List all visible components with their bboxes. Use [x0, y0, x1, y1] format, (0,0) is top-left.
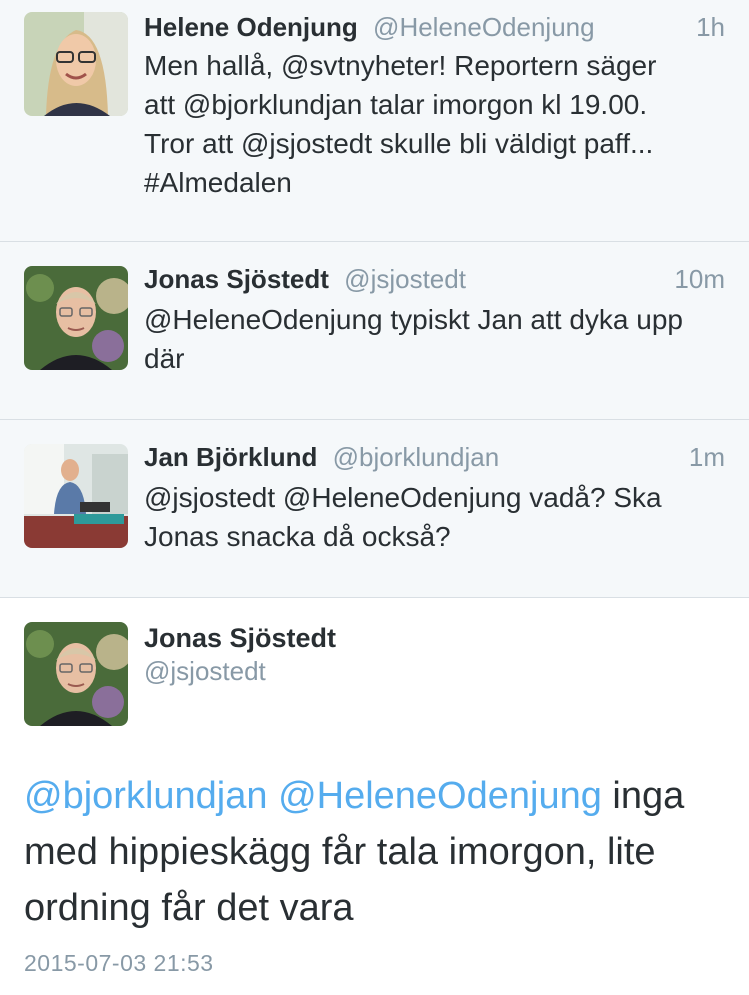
mention-link[interactable]: @bjorklundjan: [24, 775, 268, 817]
tweet-time: 10m: [674, 264, 725, 294]
tweet-header: Jan Björklund @bjorklundjan 1m: [144, 440, 725, 474]
author-name[interactable]: Jonas Sjöstedt: [144, 621, 336, 655]
avatar-photo-icon: [24, 444, 128, 548]
tweet-text: Men hallå, @svtnyheter! Reportern säger …: [144, 50, 657, 198]
tweet-timestamp: 2015-07-03 21:53: [24, 950, 214, 976]
tweet-header: Jonas Sjöstedt @jsjostedt 10m: [144, 262, 725, 296]
avatar-jonas-sjostedt[interactable]: [24, 622, 128, 726]
avatar-photo-icon: [24, 622, 128, 726]
avatar-jonas-sjostedt[interactable]: [24, 266, 128, 370]
tweet-text: @HeleneOdenjung typiskt Jan att dyka upp…: [144, 304, 683, 374]
author-name[interactable]: Jan Björklund: [144, 442, 317, 472]
author-name[interactable]: Jonas Sjöstedt: [144, 264, 329, 294]
author-handle[interactable]: @jsjostedt: [144, 654, 266, 688]
author-handle[interactable]: @HeleneOdenjung: [373, 12, 595, 42]
tweet-item[interactable]: Jan Björklund @bjorklundjan 1m @jsjosted…: [0, 420, 749, 598]
tweet-text: @bjorklundjan @HeleneOdenjung inga med h…: [24, 768, 729, 936]
author-handle[interactable]: @bjorklundjan: [333, 442, 500, 472]
tweet-text: @jsjostedt @HeleneOdenjung vadå? Ska Jon…: [144, 482, 662, 552]
focused-tweet: Jonas Sjöstedt @jsjostedt @bjorklundjan …: [0, 598, 749, 995]
author-handle[interactable]: @jsjostedt: [344, 264, 466, 294]
mention-link[interactable]: @HeleneOdenjung: [278, 775, 602, 817]
avatar-photo-icon: [24, 266, 128, 370]
avatar-photo-icon: [24, 12, 128, 116]
tweet-item[interactable]: Jonas Sjöstedt @jsjostedt 10m @HeleneOde…: [0, 242, 749, 420]
avatar-jan-bjorklund[interactable]: [24, 444, 128, 548]
avatar-helene-odenjung[interactable]: [24, 12, 128, 116]
tweet-time: 1h: [696, 12, 725, 42]
author-name[interactable]: Helene Odenjung: [144, 12, 358, 42]
tweet-time: 1m: [688, 442, 725, 472]
tweet-header: Helene Odenjung @HeleneOdenjung 1h: [144, 10, 725, 44]
tweet-item[interactable]: Helene Odenjung @HeleneOdenjung 1h Men h…: [0, 0, 749, 242]
